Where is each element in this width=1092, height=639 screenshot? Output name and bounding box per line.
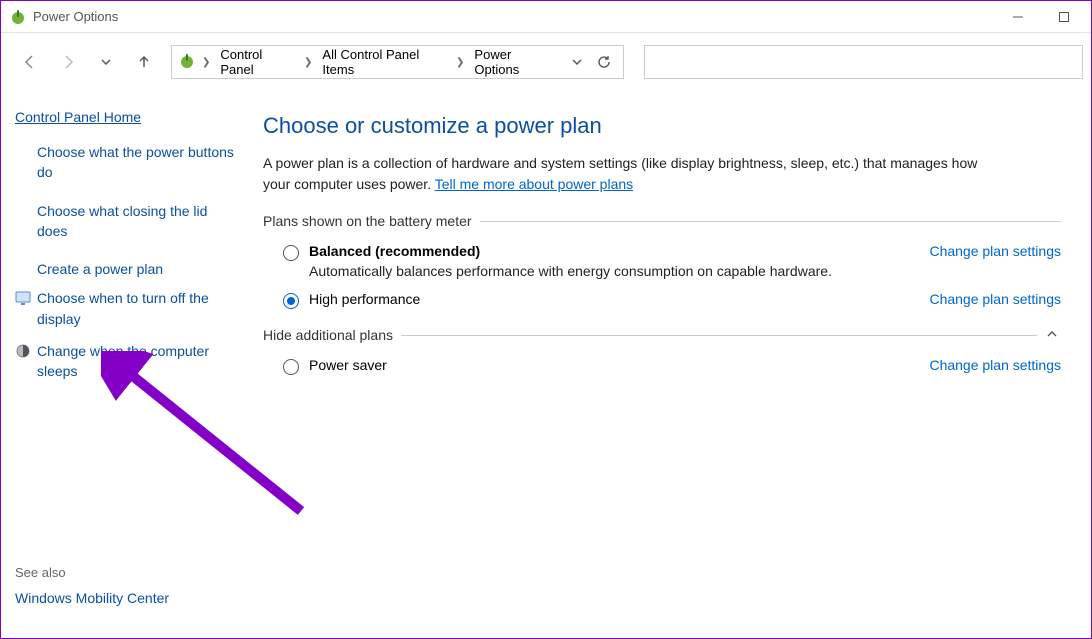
page-heading: Choose or customize a power plan xyxy=(263,113,1061,139)
radio-high-performance[interactable] xyxy=(283,293,299,309)
intro-text: A power plan is a collection of hardware… xyxy=(263,153,983,195)
change-plan-settings-link[interactable]: Change plan settings xyxy=(929,243,1061,259)
chevron-right-icon[interactable]: ❯ xyxy=(454,57,466,68)
sidebar-link-create-plan[interactable]: Create a power plan xyxy=(37,259,163,279)
sidebar-link-power-buttons[interactable]: Choose what the power buttons do xyxy=(37,142,239,183)
radio-power-saver[interactable] xyxy=(283,359,299,375)
power-options-icon xyxy=(178,52,196,73)
sidebar-link-turn-off-display[interactable]: Choose when to turn off the display xyxy=(37,288,239,329)
chevron-right-icon[interactable]: ❯ xyxy=(200,57,212,68)
plan-row-high-performance: High performance Change plan settings xyxy=(263,291,1061,309)
radio-balanced[interactable] xyxy=(283,245,299,261)
breadcrumb-item[interactable]: Power Options xyxy=(470,45,558,79)
address-dropdown-button[interactable] xyxy=(566,50,588,74)
titlebar: Power Options xyxy=(1,1,1091,33)
section-hide-additional[interactable]: Hide additional plans xyxy=(263,327,1061,343)
recent-locations-button[interactable] xyxy=(89,45,123,79)
breadcrumb-item[interactable]: All Control Panel Items xyxy=(318,45,450,79)
refresh-button[interactable] xyxy=(593,50,615,74)
intro-link[interactable]: Tell me more about power plans xyxy=(435,176,633,192)
sidebar-link-computer-sleeps[interactable]: Change when the computer sleeps xyxy=(37,341,239,382)
plan-name[interactable]: Balanced (recommended) xyxy=(309,243,832,259)
change-plan-settings-link[interactable]: Change plan settings xyxy=(929,357,1061,373)
display-icon xyxy=(15,290,31,306)
search-input[interactable] xyxy=(644,45,1083,79)
minimize-button[interactable] xyxy=(995,2,1041,32)
plan-name[interactable]: Power saver xyxy=(309,357,387,373)
up-button[interactable] xyxy=(127,45,161,79)
section-battery-meter: Plans shown on the battery meter xyxy=(263,213,1061,229)
breadcrumb-item[interactable]: Control Panel xyxy=(216,45,298,79)
plan-row-power-saver: Power saver Change plan settings xyxy=(263,357,1061,375)
maximize-button[interactable] xyxy=(1041,2,1087,32)
plan-description: Automatically balances performance with … xyxy=(309,263,832,279)
see-also-label: See also xyxy=(15,565,239,580)
section-label: Hide additional plans xyxy=(263,327,393,343)
chevron-right-icon[interactable]: ❯ xyxy=(302,57,314,68)
control-panel-home-link[interactable]: Control Panel Home xyxy=(15,109,239,125)
address-bar[interactable]: ❯ Control Panel ❯ All Control Panel Item… xyxy=(171,45,624,79)
power-options-icon xyxy=(9,8,27,26)
sleep-icon xyxy=(15,343,31,359)
forward-button[interactable] xyxy=(51,45,85,79)
sidebar-link-mobility-center[interactable]: Windows Mobility Center xyxy=(15,588,239,608)
window-title: Power Options xyxy=(33,9,118,24)
divider xyxy=(480,221,1061,222)
chevron-up-icon[interactable] xyxy=(1045,327,1061,343)
sidebar: Control Panel Home Choose what the power… xyxy=(1,91,253,638)
plan-name[interactable]: High performance xyxy=(309,291,420,307)
main-content: Choose or customize a power plan A power… xyxy=(253,91,1091,638)
back-button[interactable] xyxy=(13,45,47,79)
section-label: Plans shown on the battery meter xyxy=(263,213,472,229)
change-plan-settings-link[interactable]: Change plan settings xyxy=(929,291,1061,307)
plan-row-balanced: Balanced (recommended) Automatically bal… xyxy=(263,243,1061,279)
divider xyxy=(401,335,1037,336)
navigation-row: ❯ Control Panel ❯ All Control Panel Item… xyxy=(1,33,1091,91)
sidebar-link-closing-lid[interactable]: Choose what closing the lid does xyxy=(37,201,239,242)
